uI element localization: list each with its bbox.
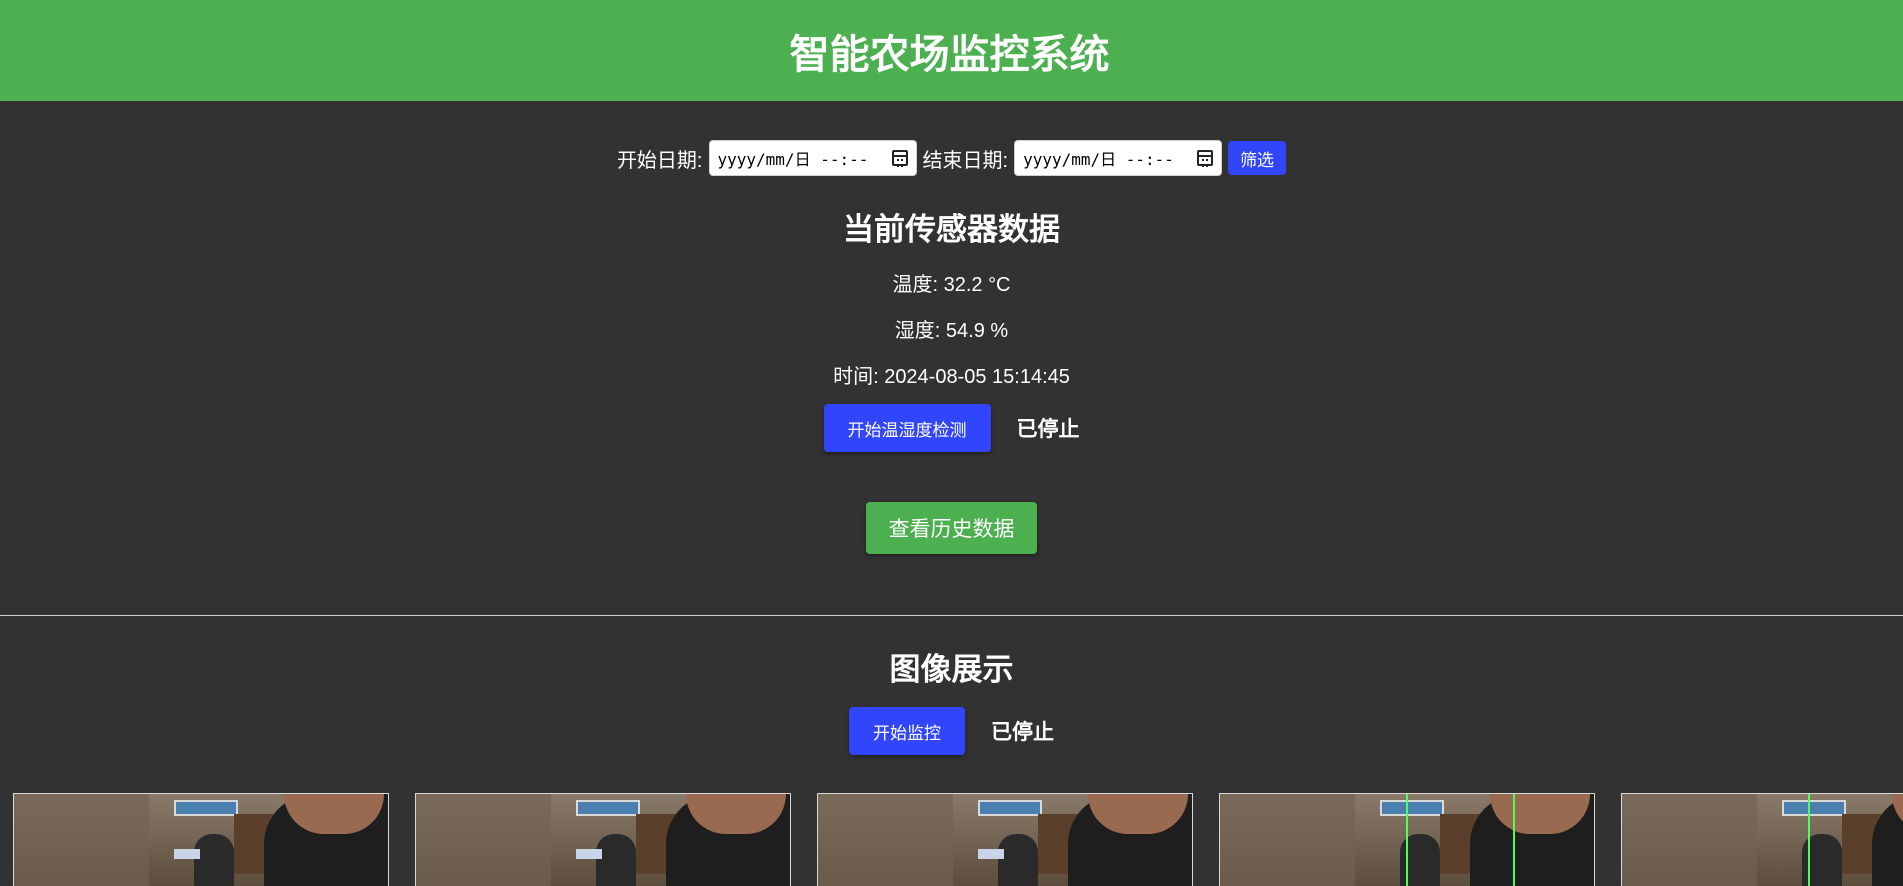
start-date-value: yyyy/mm/日 --:-- bbox=[717, 150, 869, 169]
start-monitor-button[interactable]: 开始监控 bbox=[849, 707, 965, 755]
timestamp-reading: 时间: 2024-08-05 15:14:45 bbox=[833, 366, 1070, 388]
sensor-status: 已停止 bbox=[1016, 418, 1080, 441]
camera-frame-thumbnail[interactable] bbox=[1621, 793, 1903, 886]
humidity-reading: 湿度: 54.9 % bbox=[894, 320, 1009, 342]
camera-frame-thumbnail[interactable] bbox=[817, 793, 1193, 886]
camera-frame-thumbnail[interactable] bbox=[13, 793, 389, 886]
end-date-value: yyyy/mm/日 --:-- bbox=[1023, 150, 1174, 169]
image-section-title: 图像展示 bbox=[889, 652, 1014, 687]
monitor-controls: 开始监控 已停止 bbox=[0, 707, 1903, 755]
section-divider bbox=[0, 615, 1903, 616]
camera-frame-thumbnail[interactable] bbox=[1219, 793, 1595, 886]
end-date-label: 结束日期: bbox=[922, 149, 1009, 172]
calendar-icon[interactable] bbox=[1197, 150, 1214, 167]
date-filter-bar: 开始日期: yyyy/mm/日 --:-- 结束日期: yyyy/mm/日 --… bbox=[0, 140, 1903, 176]
image-gallery bbox=[13, 793, 1903, 886]
temperature-reading: 温度: 32.2 °C bbox=[892, 274, 1011, 296]
start-sensor-button[interactable]: 开始温湿度检测 bbox=[823, 404, 991, 452]
filter-button[interactable]: 筛选 bbox=[1228, 141, 1287, 175]
app-header: 智能农场监控系统 bbox=[0, 0, 1903, 101]
start-date-input[interactable]: yyyy/mm/日 --:-- bbox=[708, 140, 917, 176]
calendar-icon[interactable] bbox=[891, 150, 908, 167]
end-date-input[interactable]: yyyy/mm/日 --:-- bbox=[1014, 140, 1223, 176]
camera-frame-thumbnail[interactable] bbox=[415, 793, 791, 886]
start-date-label: 开始日期: bbox=[616, 149, 703, 172]
monitor-status: 已停止 bbox=[991, 721, 1054, 744]
view-history-button[interactable]: 查看历史数据 bbox=[866, 502, 1037, 554]
sensor-section-title: 当前传感器数据 bbox=[843, 212, 1060, 247]
page-title: 智能农场监控系统 bbox=[789, 32, 1110, 77]
sensor-controls: 开始温湿度检测 已停止 bbox=[0, 404, 1903, 452]
